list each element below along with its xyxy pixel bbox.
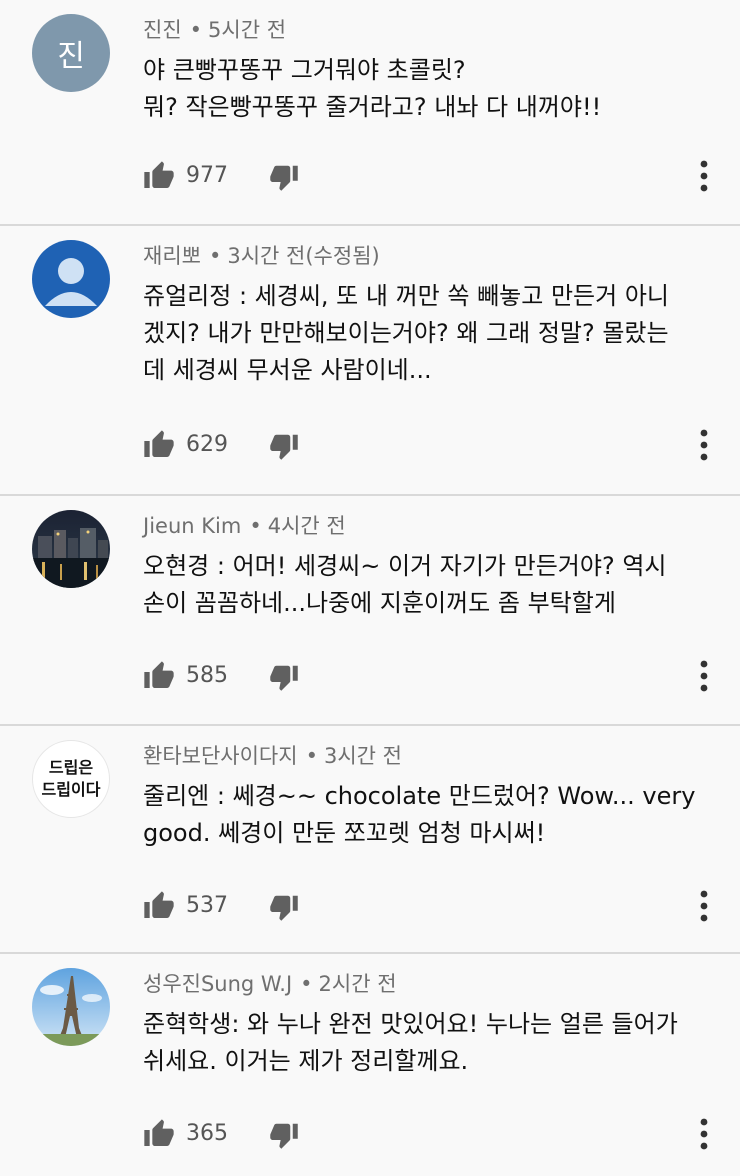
comment-text: 줄리엔 : 쎄경~~ chocolate 만드렀어? Wow... very g…: [143, 782, 696, 847]
more-vertical-icon[interactable]: [694, 1116, 714, 1152]
avatar[interactable]: 드립은 드립이다: [32, 740, 110, 818]
author-name[interactable]: 성우진Sung W.J: [143, 972, 292, 996]
author-name[interactable]: Jieun Kim: [143, 514, 241, 538]
comment-time[interactable]: 5시간 전: [208, 18, 286, 42]
avatar-letter: 진: [57, 39, 85, 74]
comment-text: 오현경 : 어머! 세경씨~ 이거 자기가 만든거야? 역시 손이 꼼꼼하네..…: [143, 552, 667, 617]
comment-actions: 537: [143, 890, 723, 924]
comment-actions: 585: [143, 660, 723, 694]
avatar-photo-night-city: [32, 510, 110, 588]
avatar[interactable]: [32, 510, 110, 588]
comment-text: 준혁학생: 와 누나 완전 맛있어요! 누나는 얼른 들어가 쉬세요. 이거는 …: [143, 1010, 678, 1075]
avatar-photo-eiffel-tower: [32, 968, 110, 1046]
dislike-icon[interactable]: [269, 162, 299, 192]
dislike-icon[interactable]: [269, 431, 299, 461]
comment-meta: 재리뽀 • 3시간 전(수정됨): [143, 244, 380, 268]
more-vertical-icon[interactable]: [694, 427, 714, 463]
comment-time[interactable]: 3시간 전: [324, 744, 402, 768]
comment-actions: 629: [143, 429, 723, 463]
like-icon[interactable]: [143, 660, 175, 692]
comment-item: 드립은 드립이다 환타보단사이다지 • 3시간 전 줄리엔 : 쎄경~~ choco…: [0, 726, 740, 954]
like-count: 629: [186, 432, 228, 457]
comment-meta: 성우진Sung W.J • 2시간 전: [143, 972, 397, 996]
avatar[interactable]: 진: [32, 14, 110, 92]
default-user-icon: [45, 258, 97, 306]
author-name[interactable]: 재리뽀: [143, 244, 201, 268]
comment-actions: 365: [143, 1118, 723, 1152]
more-vertical-icon[interactable]: [694, 658, 714, 694]
like-icon[interactable]: [143, 1118, 175, 1150]
dislike-icon[interactable]: [269, 892, 299, 922]
comment-item: 진 진진 • 5시간 전 야 큰빵꾸똥꾸 그거뭐야 초콜릿? 뭐? 작은빵꾸똥꾸 줄…: [0, 0, 740, 226]
avatar-text: 드립은: [48, 758, 94, 777]
comment-actions: 977: [143, 160, 723, 194]
author-name[interactable]: 진진: [143, 18, 182, 42]
like-icon[interactable]: [143, 160, 175, 192]
comment-meta: 환타보단사이다지 • 3시간 전: [143, 744, 402, 768]
dislike-icon[interactable]: [269, 1120, 299, 1150]
comment-item: Jieun Kim • 4시간 전 오현경 : 어머! 세경씨~ 이거 자기가 만든…: [0, 496, 740, 726]
like-count: 365: [186, 1121, 228, 1146]
comment-meta: Jieun Kim • 4시간 전: [143, 514, 346, 538]
like-count: 585: [186, 663, 228, 688]
avatar[interactable]: [32, 240, 110, 318]
more-vertical-icon[interactable]: [694, 158, 714, 194]
avatar-text: 드립이다: [41, 780, 101, 799]
like-count: 537: [186, 893, 228, 918]
comment-time[interactable]: 4시간 전: [268, 514, 346, 538]
comment-time[interactable]: 3시간 전(수정됨): [227, 244, 379, 268]
comment-time[interactable]: 2시간 전: [319, 972, 397, 996]
avatar[interactable]: [32, 968, 110, 1046]
comment-meta: 진진 • 5시간 전: [143, 18, 287, 42]
author-name[interactable]: 환타보단사이다지: [143, 744, 298, 768]
like-icon[interactable]: [143, 890, 175, 922]
like-count: 977: [186, 163, 228, 188]
comment-item: 성우진Sung W.J • 2시간 전 준혁학생: 와 누나 완전 맛있어요! 누나…: [0, 954, 740, 1176]
dislike-icon[interactable]: [269, 662, 299, 692]
comment-text: 쥬얼리정 : 세경씨, 또 내 꺼만 쏙 빼놓고 만든거 아니 겠지? 내가 만…: [143, 282, 669, 384]
comment-text: 야 큰빵꾸똥꾸 그거뭐야 초콜릿? 뭐? 작은빵꾸똥꾸 줄거라고? 내놔 다 내…: [143, 56, 602, 121]
more-vertical-icon[interactable]: [694, 888, 714, 924]
like-icon[interactable]: [143, 429, 175, 461]
comment-item: 재리뽀 • 3시간 전(수정됨) 쥬얼리정 : 세경씨, 또 내 꺼만 쏙 빼놓고 …: [0, 226, 740, 496]
